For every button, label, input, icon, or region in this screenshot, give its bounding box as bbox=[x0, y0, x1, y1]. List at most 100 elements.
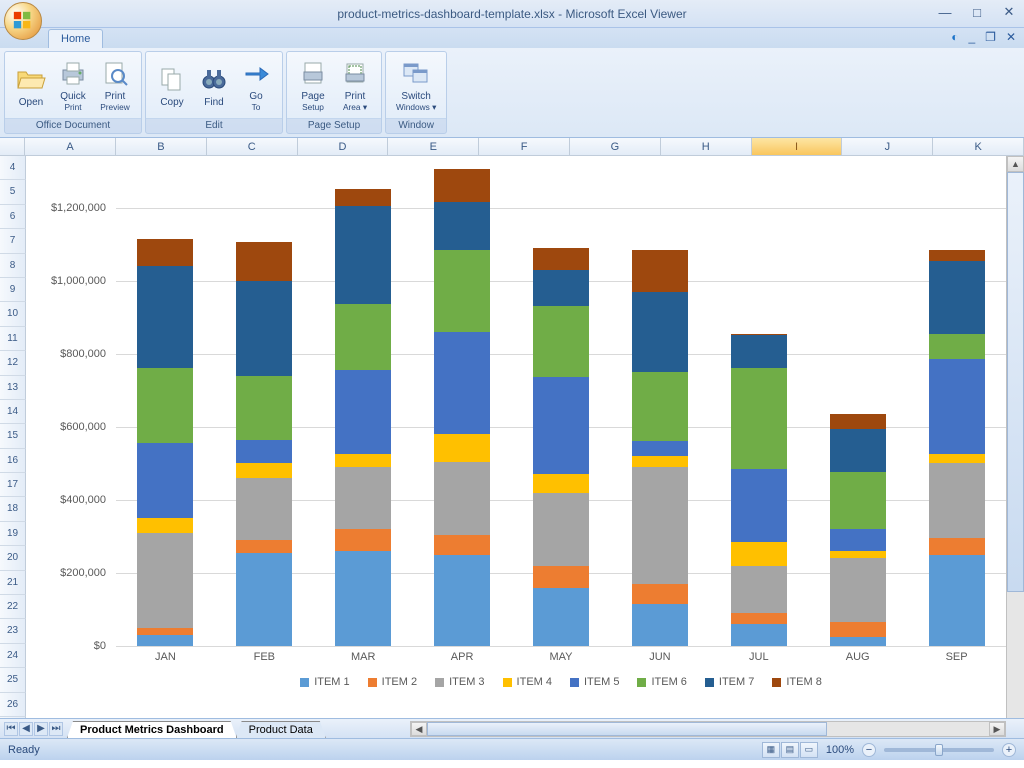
row-header-17[interactable]: 17 bbox=[0, 473, 26, 497]
zoom-slider[interactable] bbox=[884, 748, 994, 752]
bar-stack-APR[interactable] bbox=[434, 169, 490, 646]
hscroll-thumb[interactable] bbox=[427, 722, 827, 736]
bar-stack-MAY[interactable] bbox=[533, 248, 589, 646]
bar-segment bbox=[236, 478, 292, 540]
legend-item[interactable]: ITEM 1 bbox=[300, 676, 349, 688]
row-header-8[interactable]: 8 bbox=[0, 254, 26, 278]
bar-stack-JUN[interactable] bbox=[632, 250, 688, 646]
zoom-level[interactable]: 100% bbox=[826, 744, 854, 756]
doc-close-button[interactable]: ✕ bbox=[1006, 30, 1016, 44]
row-header-13[interactable]: 13 bbox=[0, 376, 26, 400]
sheet-tab-dashboard[interactable]: Product Metrics Dashboard bbox=[67, 721, 237, 738]
column-header-K[interactable]: K bbox=[933, 138, 1024, 155]
switch-windows-button[interactable]: SwitchWindows ▾ bbox=[392, 55, 440, 115]
column-header-B[interactable]: B bbox=[116, 138, 207, 155]
row-header-26[interactable]: 26 bbox=[0, 693, 26, 717]
tab-nav-last[interactable]: ⏭ bbox=[49, 722, 63, 736]
minimize-button[interactable]: — bbox=[936, 4, 954, 20]
quick-print-button[interactable]: QuickPrint bbox=[53, 55, 93, 115]
close-button[interactable]: ✕ bbox=[1000, 4, 1018, 20]
column-header-F[interactable]: F bbox=[479, 138, 570, 155]
legend-item[interactable]: ITEM 4 bbox=[503, 676, 552, 688]
bar-segment bbox=[335, 206, 391, 305]
row-header-9[interactable]: 9 bbox=[0, 278, 26, 302]
row-header-18[interactable]: 18 bbox=[0, 497, 26, 521]
row-header-24[interactable]: 24 bbox=[0, 644, 26, 668]
zoom-in-button[interactable]: + bbox=[1002, 743, 1016, 757]
column-header-H[interactable]: H bbox=[661, 138, 752, 155]
horizontal-scrollbar[interactable]: ◀ ▶ bbox=[410, 721, 1006, 737]
row-header-22[interactable]: 22 bbox=[0, 595, 26, 619]
zoom-out-button[interactable]: − bbox=[862, 743, 876, 757]
row-header-15[interactable]: 15 bbox=[0, 424, 26, 448]
legend-item[interactable]: ITEM 3 bbox=[435, 676, 484, 688]
vertical-scrollbar[interactable]: ▲ ▼ bbox=[1006, 156, 1024, 736]
row-header-25[interactable]: 25 bbox=[0, 668, 26, 692]
legend-item[interactable]: ITEM 5 bbox=[570, 676, 619, 688]
column-header-C[interactable]: C bbox=[207, 138, 298, 155]
row-header-7[interactable]: 7 bbox=[0, 229, 26, 253]
bar-stack-JUL[interactable] bbox=[731, 334, 787, 646]
row-header-12[interactable]: 12 bbox=[0, 351, 26, 375]
doc-minimize-button[interactable]: _ bbox=[968, 30, 975, 44]
scroll-up-button[interactable]: ▲ bbox=[1007, 156, 1024, 172]
print-preview-button[interactable]: PrintPreview bbox=[95, 55, 135, 115]
column-header-G[interactable]: G bbox=[570, 138, 661, 155]
print-area-button[interactable]: PrintArea ▾ bbox=[335, 55, 375, 115]
row-header-20[interactable]: 20 bbox=[0, 546, 26, 570]
goto-button[interactable]: GoTo bbox=[236, 55, 276, 115]
row-header-11[interactable]: 11 bbox=[0, 327, 26, 351]
scroll-right-button[interactable]: ▶ bbox=[989, 722, 1005, 736]
sheet-tab-product-data[interactable]: Product Data bbox=[236, 721, 326, 738]
legend-item[interactable]: ITEM 8 bbox=[772, 676, 821, 688]
bar-stack-SEP[interactable] bbox=[929, 250, 985, 646]
scroll-left-button[interactable]: ◀ bbox=[411, 722, 427, 736]
printer-quick-icon bbox=[57, 57, 89, 89]
column-header-I[interactable]: I bbox=[752, 138, 843, 155]
row-header-4[interactable]: 4 bbox=[0, 156, 26, 180]
column-header-A[interactable]: A bbox=[25, 138, 116, 155]
bar-stack-FEB[interactable] bbox=[236, 242, 292, 646]
find-button[interactable]: Find bbox=[194, 61, 234, 110]
column-header-E[interactable]: E bbox=[388, 138, 479, 155]
tab-nav-prev[interactable]: ◀ bbox=[19, 722, 33, 736]
view-normal-button[interactable]: ▦ bbox=[762, 742, 780, 758]
tab-nav-first[interactable]: ⏮ bbox=[4, 722, 18, 736]
office-button[interactable] bbox=[4, 2, 42, 40]
tab-home[interactable]: Home bbox=[48, 29, 103, 48]
doc-restore-button[interactable]: ❐ bbox=[985, 30, 996, 44]
row-header-16[interactable]: 16 bbox=[0, 449, 26, 473]
tab-nav-next[interactable]: ▶ bbox=[34, 722, 48, 736]
bar-stack-AUG[interactable] bbox=[830, 414, 886, 646]
bar-slot-MAY bbox=[512, 171, 611, 646]
open-button[interactable]: Open bbox=[11, 61, 51, 110]
select-all-corner[interactable] bbox=[0, 138, 25, 155]
legend-item[interactable]: ITEM 2 bbox=[368, 676, 417, 688]
zoom-handle[interactable] bbox=[935, 744, 943, 756]
vscroll-track[interactable] bbox=[1007, 592, 1024, 720]
view-page-layout-button[interactable]: ▤ bbox=[781, 742, 799, 758]
row-header-6[interactable]: 6 bbox=[0, 205, 26, 229]
copy-label: Copy bbox=[160, 97, 183, 108]
row-header-14[interactable]: 14 bbox=[0, 400, 26, 424]
hscroll-track[interactable] bbox=[827, 722, 989, 736]
column-header-J[interactable]: J bbox=[842, 138, 933, 155]
view-page-break-button[interactable]: ▭ bbox=[800, 742, 818, 758]
row-header-21[interactable]: 21 bbox=[0, 571, 26, 595]
bar-stack-JAN[interactable] bbox=[137, 239, 193, 646]
copy-button[interactable]: Copy bbox=[152, 61, 192, 110]
vscroll-thumb[interactable] bbox=[1007, 172, 1024, 592]
x-tick-label-MAY: MAY bbox=[512, 651, 611, 663]
bar-stack-MAR[interactable] bbox=[335, 189, 391, 646]
legend-item[interactable]: ITEM 6 bbox=[637, 676, 686, 688]
maximize-button[interactable]: □ bbox=[968, 4, 986, 20]
row-header-10[interactable]: 10 bbox=[0, 302, 26, 326]
legend-item[interactable]: ITEM 7 bbox=[705, 676, 754, 688]
row-header-5[interactable]: 5 bbox=[0, 180, 26, 204]
page-setup-button[interactable]: PageSetup bbox=[293, 55, 333, 115]
row-header-19[interactable]: 19 bbox=[0, 522, 26, 546]
help-icon[interactable]: ◐ bbox=[951, 30, 958, 44]
row-header-23[interactable]: 23 bbox=[0, 619, 26, 643]
bar-segment bbox=[929, 454, 985, 463]
column-header-D[interactable]: D bbox=[298, 138, 389, 155]
